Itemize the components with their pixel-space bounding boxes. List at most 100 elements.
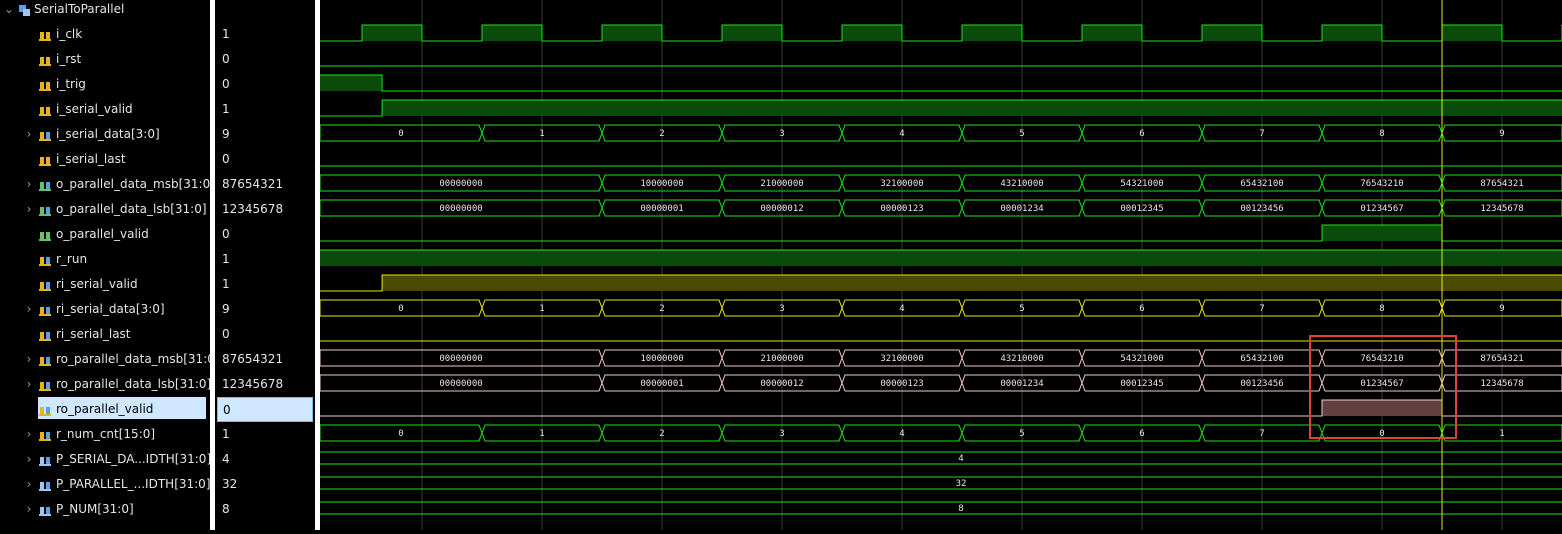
signal-row[interactable]: i_rst	[0, 46, 210, 71]
signal-value-cell[interactable]: 87654321	[217, 347, 311, 370]
signal-row[interactable]: › P_SERIAL_DA...IDTH[31:0]	[0, 446, 212, 471]
bus-value-label: 3	[779, 304, 784, 314]
chevron-right-icon[interactable]: ›	[24, 477, 34, 491]
bus-value-label: 9	[1499, 304, 1504, 314]
bus-value-label: 43210000	[1000, 354, 1043, 364]
signal-row[interactable]: ri_serial_valid	[0, 271, 210, 296]
bus-value-label: 10000000	[640, 179, 683, 189]
input-bit-icon	[39, 102, 52, 116]
signal-value: 0	[222, 226, 230, 241]
signal-value-cell[interactable]: 32	[217, 472, 311, 495]
bus-value-label: 01234567	[1360, 379, 1403, 389]
signal-name: r_num_cnt[15:0]	[56, 426, 156, 441]
bus-value-label: 00000000	[439, 204, 482, 214]
signal-value-cell[interactable]: 12345678	[217, 372, 311, 395]
signal-name: ro_parallel_data_msb[31:0]	[56, 351, 220, 366]
bus-value-label: 76543210	[1360, 354, 1403, 364]
signal-value-cell[interactable]: 0	[217, 397, 313, 422]
chevron-right-icon[interactable]: ›	[24, 377, 34, 391]
signal-row[interactable]: i_serial_last	[0, 146, 210, 171]
signal-value-cell[interactable]: 0	[217, 147, 311, 170]
signal-value-cell[interactable]: 0	[217, 47, 311, 70]
register-bit-icon	[39, 327, 52, 341]
signal-value-cell[interactable]: 87654321	[217, 172, 311, 195]
signal-row[interactable]: i_clk	[0, 21, 210, 46]
signal-value-cell[interactable]: 1	[217, 97, 311, 120]
bus-value-label: 6	[1139, 304, 1144, 314]
bus-value-label: 7	[1259, 429, 1264, 439]
signal-name: ro_parallel_data_lsb[31:0]	[56, 376, 212, 391]
signal-row[interactable]: r_run	[0, 246, 210, 271]
signal-row[interactable]: › P_NUM[31:0]	[0, 496, 210, 521]
chevron-right-icon[interactable]: ›	[24, 127, 34, 141]
chevron-right-icon[interactable]: ›	[24, 427, 34, 441]
signal-name: i_serial_valid	[56, 101, 133, 116]
signal-row[interactable]: › P_PARALLEL_...IDTH[31:0]	[0, 471, 211, 496]
signal-value-cell[interactable]: 1	[217, 422, 311, 445]
signal-value-cell[interactable]: 9	[217, 122, 311, 145]
chevron-right-icon[interactable]: ›	[24, 302, 34, 316]
signal-row[interactable]: ri_serial_last	[0, 321, 210, 346]
signal-value: 12345678	[222, 201, 284, 216]
signal-value-cell[interactable]: 9	[217, 297, 311, 320]
signal-row[interactable]: o_parallel_valid	[0, 221, 210, 246]
bus-value-label: 21000000	[760, 179, 803, 189]
signal-value-cell[interactable]: 1	[217, 22, 311, 45]
signal-row[interactable]: › ro_parallel_data_msb[31:0]	[0, 346, 220, 371]
signal-row[interactable]: › ro_parallel_data_lsb[31:0]	[0, 371, 212, 396]
chevron-right-icon[interactable]: ›	[24, 202, 34, 216]
signal-name: i_rst	[56, 51, 82, 66]
signal-row[interactable]: › r_num_cnt[15:0]	[0, 421, 210, 446]
signal-value: 9	[222, 301, 230, 316]
signal-row[interactable]: › o_parallel_data_lsb[31:0]	[0, 196, 210, 221]
bus-value-label: 0	[398, 429, 403, 439]
clock-high-fill	[482, 25, 542, 41]
signal-name: i_serial_last	[56, 151, 126, 166]
signal-value-cell[interactable]: 1	[217, 272, 311, 295]
signal-value-cell[interactable]: 1	[217, 247, 311, 270]
register-bus-icon	[39, 302, 52, 316]
bus-value-label: 00012345	[1120, 379, 1163, 389]
signal-row[interactable]: ro_parallel_valid	[0, 396, 210, 421]
signal-value-cell[interactable]: 12345678	[217, 197, 311, 220]
input-bit-icon	[39, 52, 52, 66]
bus-value-label: 1	[539, 304, 544, 314]
chevron-right-icon[interactable]: ›	[24, 502, 34, 516]
signal-value: 1	[222, 426, 230, 441]
register-bus-icon	[39, 352, 52, 366]
bus-value-label: 32100000	[880, 354, 923, 364]
signal-row[interactable]: i_trig	[0, 71, 210, 96]
signal-row[interactable]: › ri_serial_data[3:0]	[0, 296, 210, 321]
signal-row[interactable]: › o_parallel_data_msb[31:0]	[0, 171, 215, 196]
signal-value-cell[interactable]: 4	[217, 447, 311, 470]
signal-value-cell[interactable]: 0	[217, 222, 311, 245]
signal-name: o_parallel_valid	[56, 226, 149, 241]
scope-row[interactable]: ⌄ SerialToParallel	[0, 0, 210, 18]
signal-value-cell[interactable]: 8	[217, 497, 311, 520]
signal-row[interactable]: › i_serial_data[3:0]	[0, 121, 210, 146]
bus-value-label: 32100000	[880, 179, 923, 189]
signal-row[interactable]: i_serial_valid	[0, 96, 210, 121]
clock-high-fill	[1322, 25, 1382, 41]
waveform-canvas[interactable]: 0 1 2 3 4 5 6 7 8 900000000 10000000 21000000 321000…	[319, 0, 1562, 530]
bus-value-label: 00000123	[880, 379, 923, 389]
signal-value-cell[interactable]: 0	[217, 72, 311, 95]
signal-name: ri_serial_valid	[56, 276, 138, 291]
signal-name: P_SERIAL_DA...IDTH[31:0]	[56, 451, 212, 466]
waveform-panel[interactable]: 0 1 2 3 4 5 6 7 8 9 00000000 10000000 21000000 321000…	[319, 0, 1562, 530]
bus-value-label: 8	[1379, 304, 1384, 314]
bus-value-label: 3	[779, 429, 784, 439]
bus-value-label: 00000001	[640, 204, 683, 214]
bus-value-label: 2	[659, 429, 664, 439]
bus-value-label: 4	[899, 304, 904, 314]
chevron-down-icon[interactable]: ⌄	[4, 2, 14, 16]
signal-name: ri_serial_data[3:0]	[56, 301, 165, 316]
output-bus-icon	[39, 177, 52, 191]
chevron-right-icon[interactable]: ›	[24, 452, 34, 466]
bus-value-label: 00123456	[1240, 379, 1283, 389]
signal-value-cell[interactable]: 0	[217, 322, 311, 345]
chevron-right-icon[interactable]: ›	[24, 177, 34, 191]
const-value-label: 32	[956, 479, 967, 489]
bus-value-label: 00123456	[1240, 204, 1283, 214]
chevron-right-icon[interactable]: ›	[24, 352, 34, 366]
